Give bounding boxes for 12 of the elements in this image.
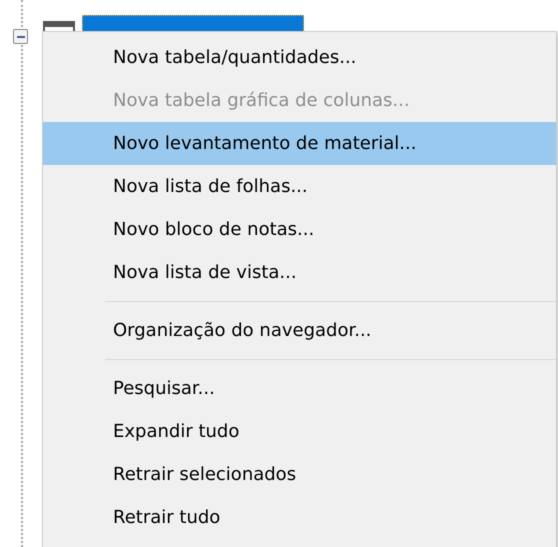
menu-item[interactable]: Retrair selecionados (43, 453, 556, 496)
collapse-icon[interactable] (13, 29, 28, 44)
menu-item[interactable]: Novo levantamento de material... (43, 122, 556, 165)
table-icon (43, 21, 75, 31)
menu-item[interactable]: Organização do navegador... (43, 309, 556, 352)
menu-item[interactable]: Nova lista de vista... (43, 251, 556, 294)
menu-item[interactable]: Novo bloco de notas... (43, 208, 556, 251)
menu-item[interactable]: Retrair tudo (43, 496, 556, 539)
menu-item[interactable]: Pesquisar... (43, 367, 556, 410)
menu-item[interactable]: Nova lista de folhas... (43, 165, 556, 208)
menu-item[interactable]: Nova tabela/quantidades... (43, 36, 556, 79)
menu-item[interactable]: Expandir tudo (43, 410, 556, 453)
